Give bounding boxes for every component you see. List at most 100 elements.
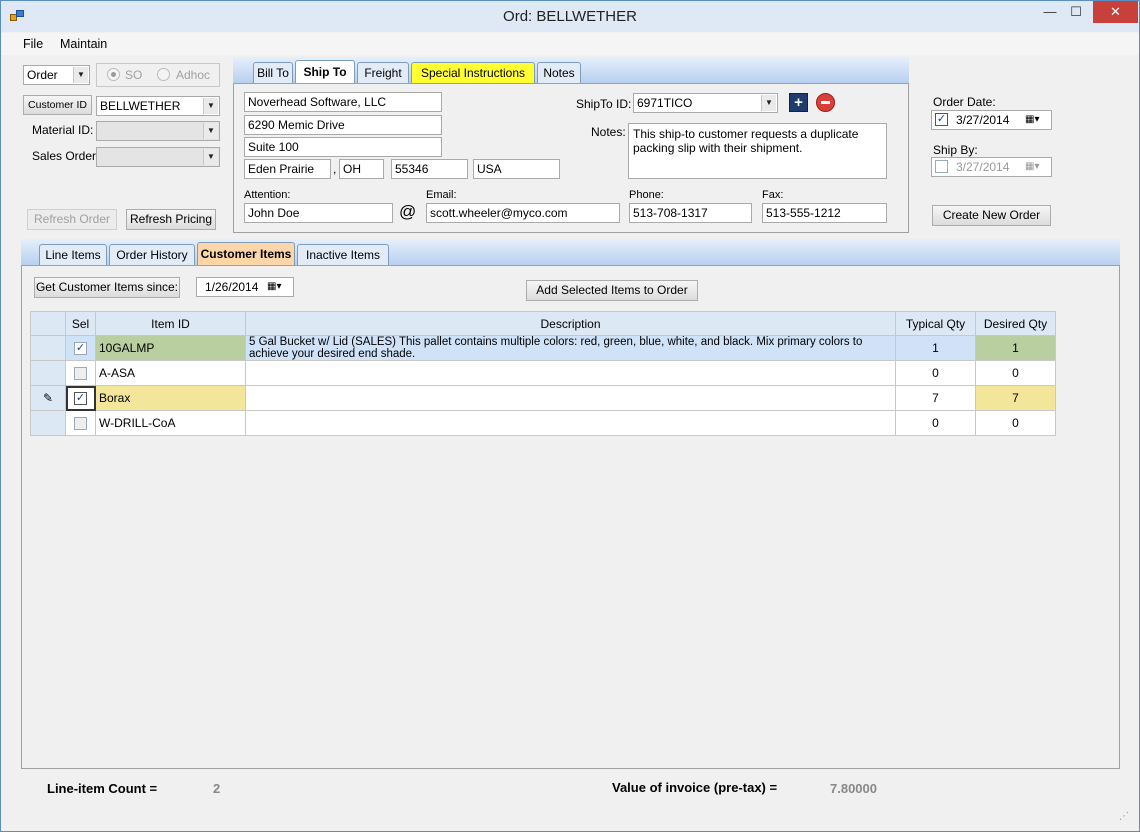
row-checkbox[interactable]: ✓ (74, 342, 87, 355)
row-header[interactable] (30, 410, 66, 436)
row-checkbox[interactable] (74, 417, 87, 430)
invoice-value-label: Value of invoice (pre-tax) = (612, 780, 778, 795)
typical-qty-cell[interactable]: 1 (895, 335, 976, 361)
refresh-order-button[interactable]: Refresh Order (27, 209, 117, 230)
shipto-id-combo[interactable]: 6971TICO ▼ (633, 93, 778, 113)
table-row[interactable]: ✓ 10GALMP 5 Gal Bucket w/ Lid (SALES) Th… (30, 335, 1056, 361)
shipto-state-field[interactable]: OH (339, 159, 384, 179)
desired-qty-cell[interactable]: 1 (975, 335, 1056, 361)
description-cell[interactable]: 5 Gal Bucket w/ Lid (SALES) This pallet … (245, 335, 896, 361)
create-new-order-button[interactable]: Create New Order (932, 205, 1051, 226)
sel-cell[interactable] (65, 410, 96, 436)
attention-field[interactable]: John Doe (244, 203, 393, 223)
order-date-checkbox[interactable]: ✓ (935, 113, 948, 126)
shipto-address1-field[interactable]: 6290 Memic Drive (244, 115, 442, 135)
col-sel[interactable]: Sel (65, 311, 96, 336)
tab-customer-items[interactable]: Customer Items (197, 242, 295, 266)
item-id-cell[interactable]: W-DRILL-CoA (95, 410, 246, 436)
add-selected-items-button[interactable]: Add Selected Items to Order (526, 280, 698, 301)
order-type-value: Order (27, 68, 58, 82)
menu-file[interactable]: File (23, 37, 43, 51)
ship-by-picker[interactable]: 3/27/2014 ▦▾ (931, 157, 1052, 177)
refresh-pricing-button[interactable]: Refresh Pricing (126, 209, 216, 230)
customer-id-combo[interactable]: BELLWETHER ▼ (96, 96, 220, 116)
sel-cell[interactable]: ✓ (65, 385, 96, 411)
calendar-icon[interactable]: ▦▾ (267, 278, 281, 296)
adhoc-radio[interactable] (157, 68, 170, 81)
col-typical-qty[interactable]: Typical Qty (895, 311, 976, 336)
fax-label: Fax: (762, 189, 784, 201)
desired-qty-cell[interactable]: 0 (975, 410, 1056, 436)
customer-items-grid: Sel Item ID Description Typical Qty Desi… (30, 311, 1056, 436)
customer-id-button[interactable]: Customer ID (23, 95, 92, 115)
order-date-picker[interactable]: ✓ 3/27/2014 ▦▾ (931, 110, 1052, 130)
col-item-id[interactable]: Item ID (95, 311, 246, 336)
shipto-notes-field[interactable]: This ship-to customer requests a duplica… (628, 123, 887, 179)
shipto-city-field[interactable]: Eden Prairie (244, 159, 331, 179)
row-header[interactable] (30, 335, 66, 361)
calendar-icon[interactable]: ▦▾ (1025, 158, 1039, 176)
get-customer-items-button[interactable]: Get Customer Items since: (34, 277, 180, 298)
row-checkbox[interactable] (74, 367, 87, 380)
table-row[interactable]: W-DRILL-CoA 0 0 (30, 410, 1056, 436)
tab-line-items[interactable]: Line Items (39, 244, 107, 266)
address-tab-strip: Bill To Ship To Freight Special Instruct… (233, 57, 909, 84)
title-bar[interactable]: Ord: BELLWETHER — ☐ ✕ (1, 1, 1139, 32)
row-checkbox[interactable]: ✓ (74, 392, 87, 405)
tab-notes[interactable]: Notes (537, 62, 581, 84)
chevron-down-icon[interactable]: ▼ (203, 149, 218, 165)
item-id-cell[interactable]: A-ASA (95, 360, 246, 386)
at-symbol: @ (399, 202, 417, 221)
line-item-count-value: 2 (213, 781, 221, 796)
col-description[interactable]: Description (245, 311, 896, 336)
material-id-combo[interactable]: ▼ (96, 121, 220, 141)
minimize-button[interactable]: — (1037, 1, 1063, 23)
description-cell[interactable] (245, 385, 896, 411)
calendar-icon[interactable]: ▦▾ (1025, 111, 1039, 129)
maximize-button[interactable]: ☐ (1063, 1, 1089, 23)
since-date-picker[interactable]: 1/26/2014 ▦▾ (196, 277, 294, 297)
typical-qty-cell[interactable]: 0 (895, 410, 976, 436)
shipto-zip-field[interactable]: 55346 (391, 159, 468, 179)
resize-grip-icon[interactable]: ⋰ (1119, 811, 1129, 822)
menu-maintain[interactable]: Maintain (60, 37, 107, 51)
sales-order-combo[interactable]: ▼ (96, 147, 220, 167)
add-shipto-icon[interactable]: + (789, 93, 808, 112)
typical-qty-cell[interactable]: 0 (895, 360, 976, 386)
description-cell[interactable] (245, 360, 896, 386)
tab-inactive-items[interactable]: Inactive Items (297, 244, 389, 266)
close-button[interactable]: ✕ (1093, 1, 1138, 23)
row-header[interactable] (30, 360, 66, 386)
desired-qty-cell[interactable]: 7 (975, 385, 1056, 411)
shipto-country-field[interactable]: USA (473, 159, 560, 179)
item-id-cell[interactable]: Borax (95, 385, 246, 411)
phone-field[interactable]: 513-708-1317 (629, 203, 752, 223)
tab-order-history[interactable]: Order History (109, 244, 195, 266)
row-header[interactable]: ✎ (30, 385, 66, 411)
tab-freight[interactable]: Freight (357, 62, 409, 84)
col-desired-qty[interactable]: Desired Qty (975, 311, 1056, 336)
email-field[interactable]: scott.wheeler@myco.com (426, 203, 620, 223)
remove-shipto-icon[interactable] (816, 93, 835, 112)
desired-qty-cell[interactable]: 0 (975, 360, 1056, 386)
table-row[interactable]: A-ASA 0 0 (30, 360, 1056, 386)
tab-special-instructions[interactable]: Special Instructions (411, 62, 535, 84)
chevron-down-icon[interactable]: ▼ (203, 98, 218, 114)
table-row[interactable]: ✎ ✓ Borax 7 7 (30, 385, 1056, 411)
chevron-down-icon[interactable]: ▼ (203, 123, 218, 139)
typical-qty-cell[interactable]: 7 (895, 385, 976, 411)
shipto-name-field[interactable]: Noverhead Software, LLC (244, 92, 442, 112)
shipto-address2-field[interactable]: Suite 100 (244, 137, 442, 157)
chevron-down-icon[interactable]: ▼ (73, 67, 88, 83)
tab-bill-to[interactable]: Bill To (253, 62, 293, 84)
fax-field[interactable]: 513-555-1212 (762, 203, 887, 223)
sel-cell[interactable]: ✓ (65, 335, 96, 361)
ship-by-checkbox[interactable] (935, 160, 948, 173)
sel-cell[interactable] (65, 360, 96, 386)
tab-ship-to[interactable]: Ship To (295, 60, 355, 84)
so-radio[interactable] (107, 68, 120, 81)
chevron-down-icon[interactable]: ▼ (761, 95, 776, 111)
item-id-cell[interactable]: 10GALMP (95, 335, 246, 361)
description-cell[interactable] (245, 410, 896, 436)
order-type-select[interactable]: Order ▼ (23, 65, 90, 85)
